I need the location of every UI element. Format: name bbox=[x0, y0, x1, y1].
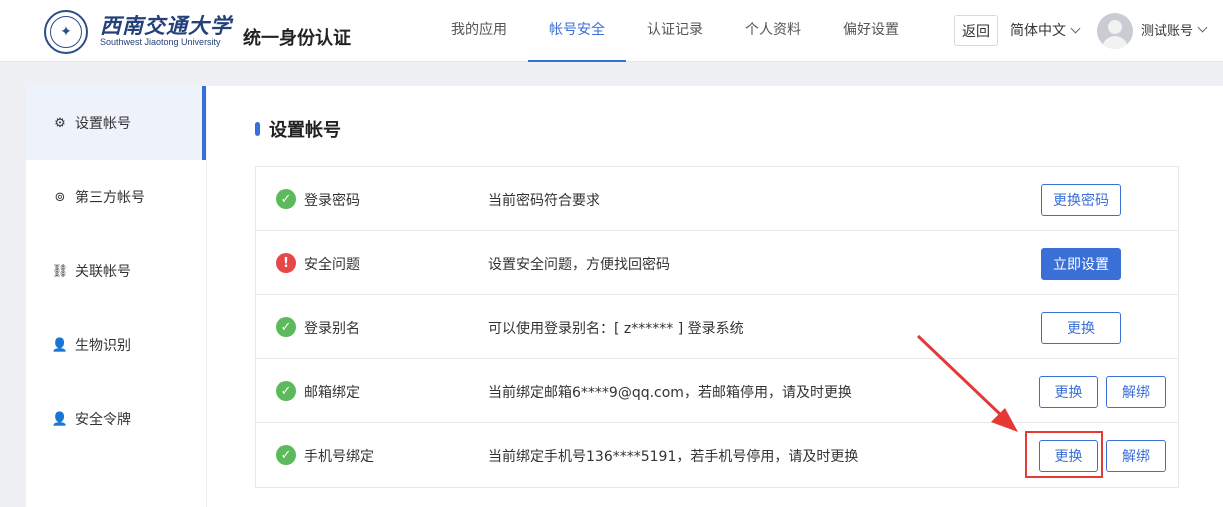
row-label: 登录密码 bbox=[304, 193, 360, 209]
warning-circle-icon: ! bbox=[276, 253, 296, 273]
row-description: 当前绑定手机号136****5191，若手机号停用，请及时更换 bbox=[488, 449, 859, 465]
university-name: 西南交通大学 bbox=[100, 13, 232, 38]
highlight-box bbox=[1025, 431, 1103, 478]
language-label: 简体中文 bbox=[1010, 23, 1066, 39]
row-description: 设置安全问题，方便找回密码 bbox=[488, 257, 670, 273]
title-accent-bar bbox=[255, 122, 260, 136]
row-label: 登录别名 bbox=[304, 321, 360, 337]
gear-icon: ⚙ bbox=[54, 115, 66, 131]
row-label: 安全问题 bbox=[304, 257, 360, 273]
nav-preferences[interactable]: 偏好设置 bbox=[822, 0, 920, 62]
sidebar-item-label: 生物识别 bbox=[75, 338, 131, 354]
row-label: 手机号绑定 bbox=[304, 449, 374, 465]
sidebar-item-biometrics[interactable]: 👤 生物识别 bbox=[26, 308, 206, 382]
page-title-text: 设置帐号 bbox=[269, 120, 341, 141]
check-circle-icon: ✓ bbox=[276, 445, 296, 465]
university-logo-icon[interactable]: ✦ bbox=[44, 10, 88, 54]
avatar[interactable] bbox=[1097, 13, 1133, 49]
sidebar-item-label: 第三方帐号 bbox=[75, 190, 145, 206]
sidebar-item-third-party[interactable]: ⊚ 第三方帐号 bbox=[26, 160, 206, 234]
set-now-button[interactable]: 立即设置 bbox=[1041, 248, 1121, 280]
sidebar-item-security-token[interactable]: 👤 安全令牌 bbox=[26, 382, 206, 456]
unbind-email-button[interactable]: 解绑 bbox=[1106, 376, 1166, 408]
app-title: 统一身份认证 bbox=[243, 28, 351, 49]
change-email-button[interactable]: 更换 bbox=[1039, 376, 1098, 408]
avatar-head bbox=[1108, 20, 1122, 34]
username: 测试账号 bbox=[1141, 24, 1194, 39]
nav-auth-records[interactable]: 认证记录 bbox=[626, 0, 724, 62]
sidebar-item-linked-accounts[interactable]: ⛓ 关联帐号 bbox=[26, 234, 206, 308]
main-nav: 我的应用 帐号安全 认证记录 个人资料 偏好设置 bbox=[430, 0, 920, 62]
unbind-phone-button[interactable]: 解绑 bbox=[1106, 440, 1166, 472]
language-select[interactable]: 简体中文 bbox=[1010, 20, 1081, 40]
sidebar-item-account-settings[interactable]: ⚙ 设置帐号 bbox=[26, 86, 206, 160]
sidebar-item-label: 安全令牌 bbox=[75, 412, 131, 428]
university-name-en: Southwest Jiaotong University bbox=[100, 37, 221, 47]
chain-icon: ⛓ bbox=[51, 263, 69, 279]
change-password-button[interactable]: 更换密码 bbox=[1041, 184, 1121, 216]
row-description: 可以使用登录别名：[ z****** ] 登录系统 bbox=[488, 321, 744, 337]
user-menu[interactable]: 测试账号 bbox=[1141, 20, 1208, 39]
change-alias-button[interactable]: 更换 bbox=[1041, 312, 1121, 344]
university-seal-icon: ✦ bbox=[50, 16, 82, 48]
list-item-password: ✓ 登录密码 当前密码符合要求 更换密码 bbox=[256, 167, 1178, 231]
user-icon: 👤 bbox=[51, 411, 69, 427]
nav-my-apps[interactable]: 我的应用 bbox=[430, 0, 528, 62]
row-label: 邮箱绑定 bbox=[304, 385, 360, 401]
page-title: 设置帐号 bbox=[255, 116, 341, 142]
sidebar-item-label: 设置帐号 bbox=[75, 116, 131, 132]
row-description: 当前密码符合要求 bbox=[488, 193, 600, 209]
back-button[interactable]: 返回 bbox=[954, 15, 998, 46]
nav-account-security[interactable]: 帐号安全 bbox=[528, 0, 626, 62]
chevron-down-icon bbox=[1070, 23, 1081, 33]
chevron-down-icon bbox=[1197, 22, 1208, 33]
sidebar: ⚙ 设置帐号 ⊚ 第三方帐号 ⛓ 关联帐号 👤 生物识别 👤 安全令牌 bbox=[26, 86, 206, 507]
check-circle-icon: ✓ bbox=[276, 381, 296, 401]
user-icon: 👤 bbox=[51, 337, 69, 353]
link-icon: ⊚ bbox=[54, 189, 66, 205]
list-item-security-question: ! 安全问题 设置安全问题，方便找回密码 立即设置 bbox=[256, 231, 1178, 295]
top-header: ✦ 西南交通大学 Southwest Jiaotong University 统… bbox=[0, 0, 1223, 62]
row-description: 当前绑定邮箱6****9@qq.com，若邮箱停用，请及时更换 bbox=[488, 385, 852, 401]
check-circle-icon: ✓ bbox=[276, 317, 296, 337]
avatar-body bbox=[1102, 36, 1128, 49]
nav-profile[interactable]: 个人资料 bbox=[724, 0, 822, 62]
list-item-email-binding: ✓ 邮箱绑定 当前绑定邮箱6****9@qq.com，若邮箱停用，请及时更换 更… bbox=[256, 359, 1178, 423]
list-item-login-alias: ✓ 登录别名 可以使用登录别名：[ z****** ] 登录系统 更换 bbox=[256, 295, 1178, 359]
check-circle-icon: ✓ bbox=[276, 189, 296, 209]
sidebar-item-label: 关联帐号 bbox=[75, 264, 131, 280]
